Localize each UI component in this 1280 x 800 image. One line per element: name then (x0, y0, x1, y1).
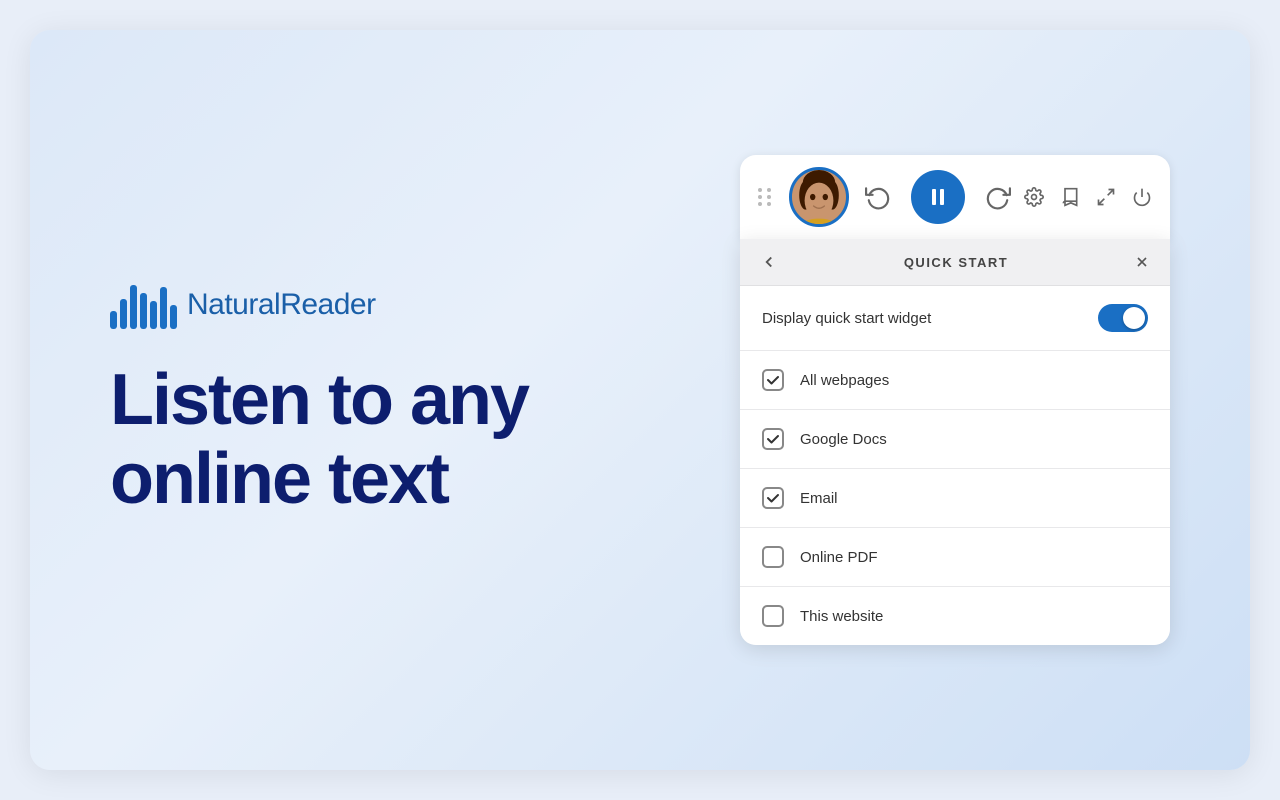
hero-line1: Listen to any (110, 361, 528, 440)
player-icons (1024, 187, 1152, 207)
player-bar (740, 155, 1170, 239)
checkbox-email[interactable] (762, 487, 784, 509)
rewind-button[interactable] (865, 184, 891, 210)
toggle-row[interactable]: Display quick start widget (740, 286, 1170, 351)
checkbox-label-this-website: This website (800, 608, 883, 625)
pause-button[interactable] (911, 170, 965, 224)
wave-bar-5 (150, 301, 157, 329)
logo: NaturalReader (110, 281, 376, 329)
wave-bar-6 (160, 287, 167, 329)
widget-container: QUICK START Display quick start widget (740, 155, 1170, 645)
checkbox-all-webpages[interactable] (762, 369, 784, 391)
checkbox-row-all-webpages[interactable]: All webpages (740, 351, 1170, 410)
avatar (789, 167, 849, 227)
logo-text: NaturalReader (187, 288, 376, 322)
wave-bar-7 (170, 305, 177, 329)
checkbox-google-docs[interactable] (762, 428, 784, 450)
quick-start-panel: QUICK START Display quick start widget (740, 239, 1170, 645)
forward-button[interactable] (985, 184, 1011, 210)
quick-start-header: QUICK START (740, 239, 1170, 286)
back-button[interactable] (760, 253, 778, 271)
checkbox-online-pdf[interactable] (762, 546, 784, 568)
checkbox-row-email[interactable]: Email (740, 469, 1170, 528)
checkbox-label-all-webpages: All webpages (800, 372, 889, 389)
display-widget-toggle[interactable] (1098, 304, 1148, 332)
expand-button[interactable] (1096, 187, 1116, 207)
logo-waves-icon (110, 281, 177, 329)
checkbox-label-google-docs: Google Docs (800, 431, 887, 448)
hero-line2: online text (110, 440, 528, 519)
close-button[interactable] (1134, 254, 1150, 270)
checkbox-label-email: Email (800, 490, 838, 507)
checkbox-row-google-docs[interactable]: Google Docs (740, 410, 1170, 469)
checkbox-row-this-website[interactable]: This website (740, 587, 1170, 645)
player-controls (865, 170, 1011, 224)
toggle-label: Display quick start widget (762, 310, 931, 327)
wave-bar-2 (120, 299, 127, 329)
wave-bar-1 (110, 311, 117, 329)
wave-bar-4 (140, 293, 147, 329)
checkbox-label-online-pdf: Online PDF (800, 549, 878, 566)
drag-handle-icon[interactable] (758, 188, 773, 206)
checkbox-this-website[interactable] (762, 605, 784, 627)
player-left (758, 167, 1011, 227)
main-card: NaturalReader Listen to any online text (30, 30, 1250, 770)
checkbox-row-online-pdf[interactable]: Online PDF (740, 528, 1170, 587)
bookmark-button[interactable] (1060, 187, 1080, 207)
settings-button[interactable] (1024, 187, 1044, 207)
power-button[interactable] (1132, 187, 1152, 207)
quick-start-title: QUICK START (904, 255, 1008, 270)
hero-text: Listen to any online text (110, 361, 528, 519)
wave-bar-3 (130, 285, 137, 329)
